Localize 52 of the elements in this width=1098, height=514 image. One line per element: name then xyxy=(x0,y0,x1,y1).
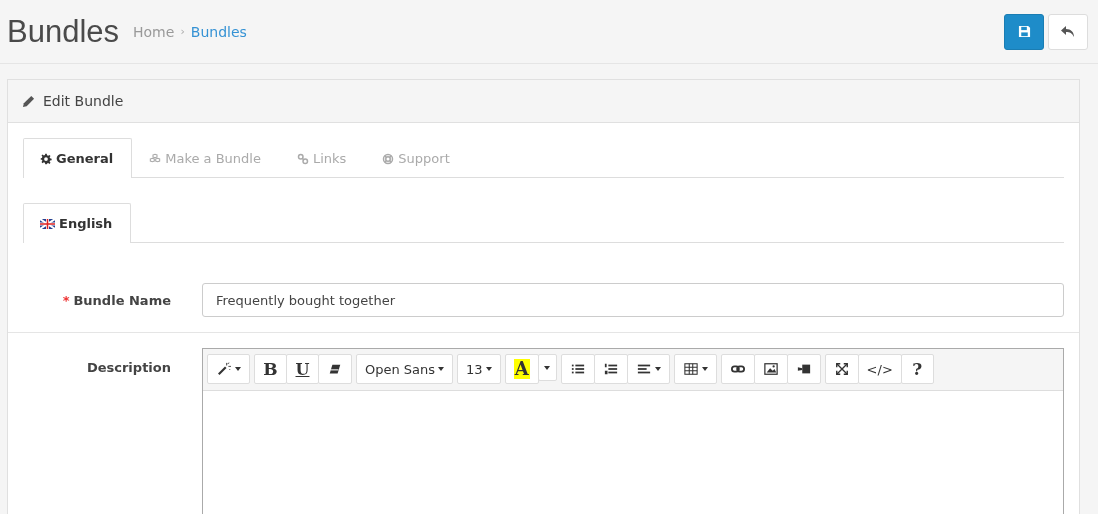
page-title: Bundles xyxy=(7,13,120,50)
toolbar-button[interactable]: A xyxy=(504,354,539,384)
fullscreen-icon xyxy=(833,362,850,376)
pencil-icon xyxy=(22,94,35,108)
tab[interactable]: General xyxy=(23,138,133,178)
toolbar-button[interactable] xyxy=(593,354,628,384)
align-icon xyxy=(635,362,652,376)
toolbar-button[interactable] xyxy=(207,354,250,384)
toolbar-button[interactable] xyxy=(720,354,755,384)
video-icon xyxy=(795,362,812,376)
field-label: Description xyxy=(85,359,172,375)
toolbar-button[interactable] xyxy=(318,354,352,384)
back-button[interactable] xyxy=(1048,13,1088,50)
picture-icon xyxy=(762,362,779,376)
toolbar-button[interactable]: ? xyxy=(900,354,934,384)
eraser-icon xyxy=(327,362,343,376)
save-button[interactable] xyxy=(1004,13,1044,50)
rich-text-editor[interactable]: B U Open Sans 13 A </> ? xyxy=(202,348,1064,514)
lifebuoy-icon xyxy=(382,152,395,165)
flag-icon xyxy=(40,218,55,229)
toolbar-button[interactable]: Open Sans xyxy=(356,354,454,384)
dropdown-button[interactable] xyxy=(537,354,557,381)
toolbar-button[interactable] xyxy=(786,354,821,384)
toolbar-button[interactable] xyxy=(673,354,717,384)
reply-arrow-icon xyxy=(1061,25,1075,38)
caret-icon xyxy=(485,367,492,371)
magic-wand-icon xyxy=(216,362,232,376)
gear-icon xyxy=(40,152,52,165)
required-mark: * xyxy=(62,292,70,308)
bundle-name-field[interactable]: Frequently bought together xyxy=(202,283,1064,317)
table-icon xyxy=(682,362,699,376)
toolbar-button[interactable]: </> xyxy=(857,354,902,384)
caret-icon xyxy=(701,367,708,371)
toolbar-button[interactable] xyxy=(626,354,670,384)
numbered-list-icon xyxy=(602,362,619,376)
field-label: * Bundle Name xyxy=(61,292,172,308)
toolbar-button[interactable] xyxy=(560,354,595,384)
toolbar-button[interactable]: U xyxy=(286,354,319,384)
caret-icon xyxy=(235,367,241,371)
toolbar-button[interactable] xyxy=(824,354,859,384)
panel-title: Edit Bundle xyxy=(43,93,124,109)
breadcrumb-separator: › xyxy=(180,25,185,38)
toolbar-button[interactable]: B xyxy=(254,354,287,384)
link-icon xyxy=(296,152,309,165)
caret-icon xyxy=(654,367,661,371)
toolbar-button[interactable]: 13 xyxy=(457,354,501,384)
bullet-list-icon xyxy=(569,362,586,376)
toolbar-button[interactable] xyxy=(753,354,788,384)
caret-icon xyxy=(544,365,551,370)
cubes-icon xyxy=(149,152,162,165)
language-tab[interactable]: English xyxy=(23,203,132,243)
caret-icon xyxy=(438,367,445,371)
